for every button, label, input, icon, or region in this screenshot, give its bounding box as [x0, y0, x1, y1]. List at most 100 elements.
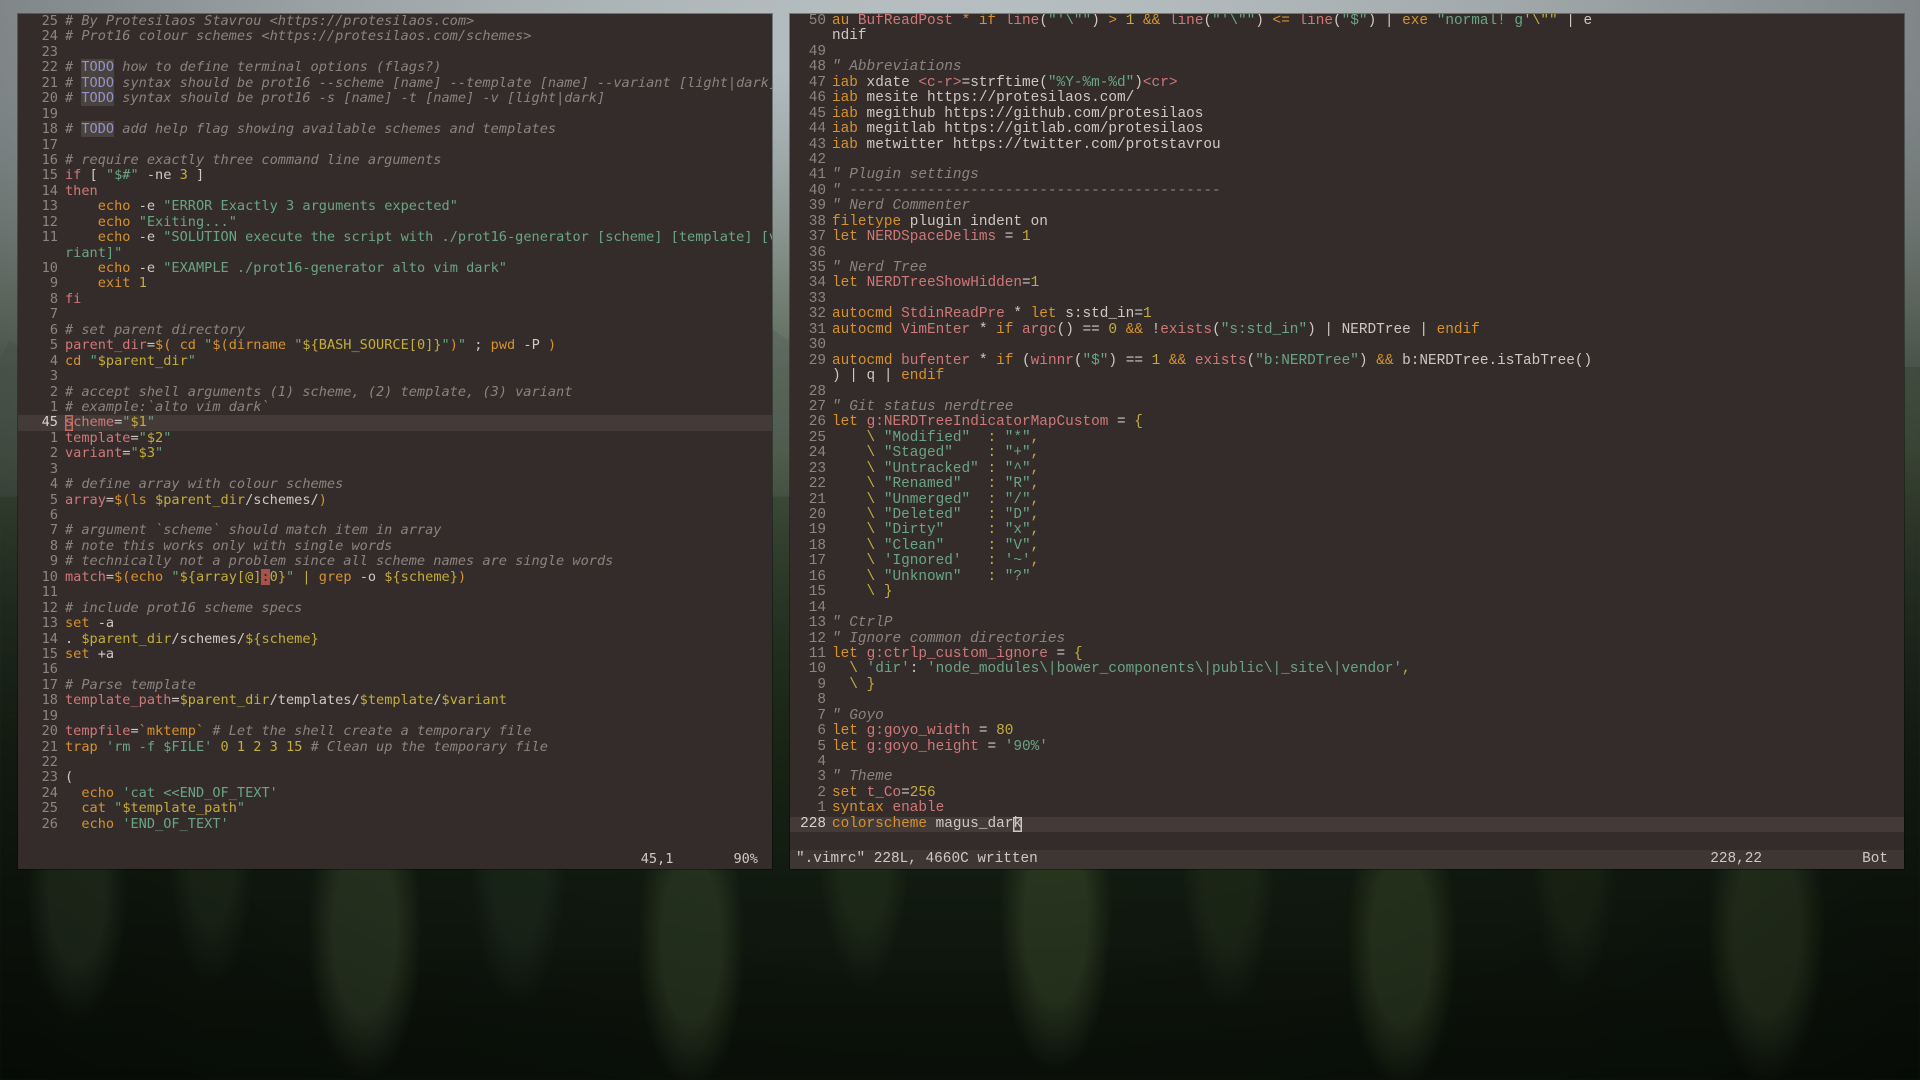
code-line[interactable]: 18 \ "Clean" : "V", — [790, 538, 1904, 554]
code-text[interactable] — [65, 508, 772, 523]
code-text[interactable] — [65, 709, 772, 724]
code-line[interactable]: 5 parent_dir=$( cd "$(dirname "${BASH_SOU… — [18, 337, 772, 353]
code-line[interactable]: 3 — [18, 368, 772, 384]
code-line[interactable]: 16 — [18, 661, 772, 677]
code-line[interactable]: 4 # define array with colour schemes — [18, 476, 772, 492]
code-text[interactable]: then — [65, 183, 772, 199]
code-line[interactable]: 24 echo 'cat <<END_OF_TEXT' — [18, 785, 772, 801]
code-text[interactable]: " Plugin settings — [832, 168, 1904, 183]
code-line[interactable]: 9 exit 1 — [18, 275, 772, 291]
code-text[interactable]: \ "Unmerged" : "/", — [832, 492, 1904, 508]
code-line[interactable]: 21 \ "Unmerged" : "/", — [790, 492, 1904, 508]
code-line[interactable]: 15 set +a — [18, 646, 772, 662]
code-text[interactable]: \ "Unknown" : "?" — [832, 569, 1904, 585]
code-line[interactable]: 25 # By Protesilaos Stavrou <https://prot… — [18, 14, 772, 29]
code-line[interactable]: 31 autocmd VimEnter * if argc() == 0 && !… — [790, 322, 1904, 338]
code-line[interactable]: 28 — [790, 384, 1904, 400]
code-line[interactable]: 39 " Nerd Commenter — [790, 198, 1904, 214]
code-line[interactable]: 15 if [ "$#" -ne 3 ] — [18, 167, 772, 183]
code-text[interactable]: # set parent directory — [65, 322, 772, 338]
code-line[interactable]: 2 # accept shell arguments (1) scheme, (2… — [18, 384, 772, 400]
code-text[interactable]: echo 'cat <<END_OF_TEXT' — [65, 785, 772, 801]
code-text[interactable]: . $parent_dir/schemes/${scheme} — [65, 631, 772, 647]
code-line[interactable]: 11 — [18, 584, 772, 600]
code-line[interactable]: 33 — [790, 291, 1904, 307]
code-line[interactable]: 8 # note this works only with single word… — [18, 538, 772, 554]
code-line[interactable]: 5 array=$(ls $parent_dir/schemes/) — [18, 492, 772, 508]
code-line[interactable]: 7 # argument `scheme` should match item i… — [18, 522, 772, 538]
code-line[interactable]: 48 " Abbreviations — [790, 59, 1904, 75]
code-line[interactable]: 6 let g:goyo_width = 80 — [790, 723, 1904, 739]
code-text[interactable]: tempfile=`mktemp` # Let the shell create… — [65, 723, 772, 739]
code-text[interactable] — [832, 246, 1904, 261]
code-line[interactable]: 49 — [790, 44, 1904, 60]
code-line[interactable]: 14 then — [18, 183, 772, 199]
code-line[interactable]: 10 \ 'dir': 'node_modules\|bower_compone… — [790, 661, 1904, 677]
code-line[interactable]: 9 \ } — [790, 677, 1904, 693]
code-text[interactable]: " Theme — [832, 770, 1904, 785]
code-line[interactable]: 45 scheme="$1" — [18, 414, 772, 431]
code-text[interactable] — [832, 755, 1904, 770]
code-text[interactable]: # accept shell arguments (1) scheme, (2)… — [65, 384, 772, 400]
code-line[interactable]: 22 # TODO how to define terminal options … — [18, 59, 772, 76]
code-text[interactable] — [832, 693, 1904, 708]
code-text[interactable] — [65, 662, 772, 677]
code-text[interactable]: colorscheme magus_dark — [832, 816, 1904, 832]
code-text[interactable]: # TODO how to define terminal options (f… — [65, 59, 772, 76]
code-text[interactable]: scheme="$1" — [65, 414, 772, 430]
code-line[interactable]: 44 iab megitlab https://gitlab.com/protes… — [790, 121, 1904, 137]
code-text[interactable] — [65, 755, 772, 770]
code-text[interactable] — [832, 153, 1904, 168]
code-text[interactable] — [832, 292, 1904, 307]
code-text[interactable]: \ "Dirty" : "x", — [832, 523, 1904, 538]
code-line[interactable]: 25 \ "Modified" : "*", — [790, 430, 1904, 446]
code-text[interactable]: \ "Renamed" : "R", — [832, 476, 1904, 492]
code-text[interactable]: autocmd StdinReadPre * let s:std_in=1 — [832, 307, 1904, 322]
code-line[interactable]: 3 — [18, 461, 772, 477]
code-text[interactable]: set t_Co=256 — [832, 785, 1904, 801]
code-text[interactable]: syntax enable — [832, 801, 1904, 816]
code-line[interactable]: 11 let g:ctrlp_custom_ignore = { — [790, 646, 1904, 662]
code-text[interactable]: \ "Staged" : "+", — [832, 446, 1904, 461]
code-line[interactable]: 1 syntax enable — [790, 800, 1904, 816]
code-text[interactable]: ( — [65, 770, 772, 785]
code-line[interactable]: ndif — [790, 29, 1904, 44]
code-text[interactable] — [832, 45, 1904, 60]
code-line[interactable]: 36 — [790, 245, 1904, 261]
code-text[interactable]: " Git status nerdtree — [832, 399, 1904, 415]
code-line[interactable]: 38 filetype plugin indent on — [790, 214, 1904, 230]
code-text[interactable]: " CtrlP — [832, 615, 1904, 631]
code-text[interactable]: iab megithub https://github.com/protesil… — [832, 106, 1904, 122]
code-text[interactable]: # define array with colour schemes — [65, 476, 772, 492]
code-text[interactable]: # Parse template — [65, 677, 772, 693]
code-text[interactable]: " Ignore common directories — [832, 631, 1904, 647]
code-line[interactable]: 24 # Prot16 colour schemes <https://prote… — [18, 28, 772, 44]
code-text[interactable]: \ "Modified" : "*", — [832, 430, 1904, 446]
code-text[interactable]: iab megitlab https://gitlab.com/protesil… — [832, 121, 1904, 137]
code-line[interactable]: 7 — [18, 306, 772, 322]
code-line[interactable]: 16 # require exactly three command line a… — [18, 152, 772, 168]
code-text[interactable]: \ } — [832, 584, 1904, 600]
code-line[interactable]: riant]" — [18, 245, 772, 261]
code-lines-left[interactable]: 25 # By Protesilaos Stavrou <https://prot… — [18, 14, 772, 832]
code-line[interactable]: 14 — [790, 600, 1904, 616]
code-text[interactable]: # argument `scheme` should match item in… — [65, 523, 772, 538]
code-line[interactable]: 23 — [18, 44, 772, 60]
code-line[interactable]: 14. $parent_dir/schemes/${scheme} — [18, 631, 772, 647]
code-text[interactable]: let g:NERDTreeIndicatorMapCustom = { — [832, 415, 1904, 430]
code-line[interactable]: 19 — [18, 106, 772, 122]
code-text[interactable] — [65, 307, 772, 322]
code-line[interactable]: 15 \ } — [790, 584, 1904, 600]
code-text[interactable]: \ 'dir': 'node_modules\|bower_components… — [832, 662, 1904, 677]
code-text[interactable] — [832, 338, 1904, 353]
code-text[interactable]: exit 1 — [65, 276, 772, 291]
code-text[interactable]: # include prot16 scheme specs — [65, 600, 772, 616]
code-line[interactable]: 13 echo -e "ERROR Exactly 3 arguments ex… — [18, 198, 772, 214]
code-line[interactable]: 50 au BufReadPost * if line("'\"") > 1 &&… — [790, 14, 1904, 29]
code-text[interactable]: echo "Exiting..." — [65, 214, 772, 230]
code-line[interactable]: 8 fi — [18, 291, 772, 307]
code-text[interactable]: ) | q | endif — [832, 368, 1904, 384]
code-line[interactable]: 19 — [18, 708, 772, 724]
code-text[interactable]: parent_dir=$( cd "$(dirname "${BASH_SOUR… — [65, 337, 772, 353]
code-text[interactable]: " Goyo — [832, 708, 1904, 724]
